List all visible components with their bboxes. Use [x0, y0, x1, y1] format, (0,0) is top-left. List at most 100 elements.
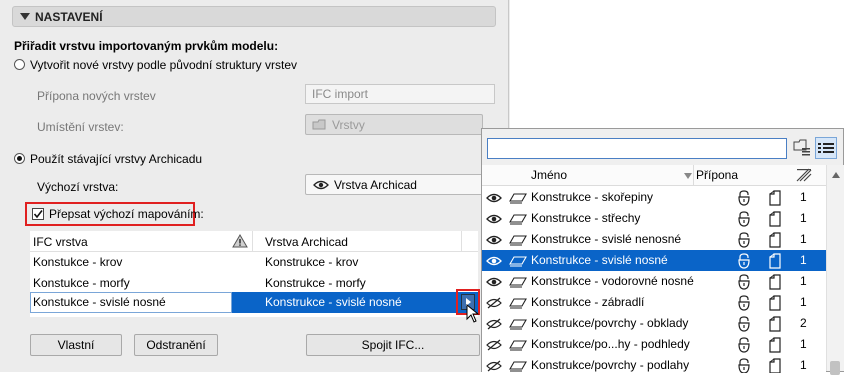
- eye-hidden-icon[interactable]: [486, 360, 502, 372]
- layer-row[interactable]: Konstrukce/povrchy - podlahy 1: [482, 355, 826, 373]
- layer-row[interactable]: Konstrukce - vodorovné nosné 1: [482, 271, 826, 292]
- scrollbar-thumb[interactable]: [830, 361, 840, 375]
- mapping-table-header: IFC vrstva Vrstva Archicad: [30, 231, 478, 252]
- collapse-triangle-icon[interactable]: [20, 13, 30, 20]
- wireframe-icon[interactable]: [509, 192, 527, 204]
- wireframe-icon[interactable]: [509, 318, 527, 330]
- list-view-button[interactable]: [815, 137, 837, 159]
- layer-pen-number: 1: [800, 274, 807, 288]
- layer-pen-number: 1: [800, 232, 807, 246]
- layer-row[interactable]: Konstrukce/povrchy - obklady 2: [482, 313, 826, 334]
- layer-row-selected[interactable]: Konstrukce - svislé nosné 1: [482, 250, 826, 271]
- eye-hidden-icon[interactable]: [486, 318, 502, 330]
- location-select[interactable]: Vrstvy: [305, 114, 483, 135]
- layer-row[interactable]: Konstrukce - zábradlí 1: [482, 292, 826, 313]
- lock-icon[interactable]: [737, 274, 751, 290]
- wireframe-icon[interactable]: [509, 297, 527, 309]
- eye-icon[interactable]: [486, 192, 502, 204]
- intersection-group-icon[interactable]: [768, 190, 782, 206]
- layer-pen-number: 1: [800, 295, 807, 309]
- folder-view-button[interactable]: [792, 137, 814, 159]
- wireframe-icon[interactable]: [509, 339, 527, 351]
- eye-icon[interactable]: [486, 255, 502, 267]
- intersection-group-icon[interactable]: [768, 274, 782, 290]
- mapping-table: IFC vrstva Vrstva Archicad Konstukce - k…: [30, 231, 478, 317]
- lock-icon[interactable]: [737, 190, 751, 206]
- pen-weight-icon: [796, 168, 812, 182]
- folder-tree-icon: [793, 139, 810, 156]
- layer-pen-number: 1: [800, 358, 807, 372]
- radio-new-layers-label[interactable]: Vytvořit nové vrstvy podle původní struk…: [30, 58, 297, 72]
- eye-icon[interactable]: [486, 234, 502, 246]
- section-title: NASTAVENÍ: [35, 10, 103, 24]
- layer-row[interactable]: Konstrukce - svislé nenosné 1: [482, 229, 826, 250]
- layer-name: Konstrukce - svislé nosné: [531, 253, 668, 267]
- merge-ifc-button[interactable]: Spojit IFC...: [306, 334, 480, 356]
- list-icon: [818, 143, 834, 153]
- location-select-value: Vrstvy: [332, 118, 365, 132]
- override-checkbox-label[interactable]: Přepsat výchozí mapováním:: [49, 207, 204, 221]
- override-checkbox[interactable]: [32, 208, 44, 220]
- layers-folder-icon: [312, 119, 326, 130]
- eye-icon[interactable]: [486, 213, 502, 225]
- lock-icon[interactable]: [737, 232, 751, 248]
- intersection-group-icon[interactable]: [768, 337, 782, 353]
- layer-list: Jméno Přípona Konstrukce - skořepiny 1 Kon…: [482, 165, 826, 373]
- col-name-header[interactable]: Jméno: [531, 168, 567, 182]
- wireframe-icon[interactable]: [509, 213, 527, 225]
- row-archicad-layer: Konstrukce - svislé nosné: [265, 295, 402, 309]
- default-layer-select[interactable]: Vrstva Archicad: [305, 174, 483, 195]
- layer-row[interactable]: Konstrukce - skořepiny 1: [482, 187, 826, 208]
- col-ifc-header[interactable]: IFC vrstva: [33, 235, 88, 249]
- remove-button[interactable]: Odstranění: [134, 334, 218, 356]
- custom-button[interactable]: Vlastní: [30, 334, 122, 356]
- layer-pen-number: 1: [800, 337, 807, 351]
- wireframe-icon[interactable]: [509, 255, 527, 267]
- lock-icon[interactable]: [737, 316, 751, 332]
- wireframe-icon[interactable]: [509, 234, 527, 246]
- suffix-field[interactable]: IFC import: [305, 84, 495, 104]
- row-ifc-layer: Konstukce - svislé nosné: [33, 295, 166, 309]
- layer-row[interactable]: Konstrukce/po...hy - podhledy 1: [482, 334, 826, 355]
- eye-icon[interactable]: [486, 276, 502, 288]
- layer-pen-number: 1: [800, 253, 807, 267]
- radio-existing-layers-label[interactable]: Použít stávající vrstvy Archicadu: [30, 152, 202, 166]
- eye-hidden-icon[interactable]: [486, 339, 502, 351]
- table-row[interactable]: Konstukce - krov Konstrukce - krov: [30, 252, 478, 273]
- lock-icon[interactable]: [737, 295, 751, 311]
- lock-icon[interactable]: [737, 253, 751, 269]
- lock-icon[interactable]: [737, 337, 751, 353]
- intersection-group-icon[interactable]: [768, 316, 782, 332]
- eye-hidden-icon[interactable]: [486, 297, 502, 309]
- intersection-group-icon[interactable]: [768, 253, 782, 269]
- layer-name: Konstrukce/po...hy - podhledy: [531, 337, 690, 351]
- layer-search-input[interactable]: [487, 138, 787, 159]
- section-header[interactable]: NASTAVENÍ: [12, 6, 496, 27]
- col-suffix-header[interactable]: Přípona: [696, 168, 738, 182]
- radio-new-layers[interactable]: [14, 59, 25, 70]
- intersection-group-icon[interactable]: [768, 358, 782, 373]
- assign-label: Přiřadit vrstvu importovaným prvkům mode…: [14, 39, 279, 53]
- wireframe-icon[interactable]: [509, 360, 527, 372]
- layer-picker-popup: Jméno Přípona Konstrukce - skořepiny 1 Kon…: [481, 128, 844, 375]
- lock-icon[interactable]: [737, 358, 751, 373]
- wireframe-icon[interactable]: [509, 276, 527, 288]
- default-layer-label: Výchozí vrstva:: [37, 180, 119, 194]
- layer-row[interactable]: Konstrukce - střechy 1: [482, 208, 826, 229]
- layer-pen-number: 1: [800, 211, 807, 225]
- layer-list-header: Jméno Přípona: [482, 165, 826, 186]
- scroll-up-arrow-icon[interactable]: [831, 171, 841, 179]
- layer-list-scrollbar[interactable]: [826, 165, 844, 375]
- intersection-group-icon[interactable]: [768, 295, 782, 311]
- layer-name: Konstrukce/povrchy - podlahy: [531, 358, 690, 372]
- cursor-icon: [466, 304, 480, 323]
- table-row-selected[interactable]: Konstukce - svislé nosné Konstrukce - sv…: [30, 292, 478, 313]
- intersection-group-icon[interactable]: [768, 211, 782, 227]
- radio-existing-layers[interactable]: [14, 153, 25, 164]
- lock-icon[interactable]: [737, 211, 751, 227]
- layer-name: Konstrukce/povrchy - obklady: [531, 316, 689, 330]
- default-layer-value: Vrstva Archicad: [334, 178, 417, 192]
- intersection-group-icon[interactable]: [768, 232, 782, 248]
- col-archicad-header[interactable]: Vrstva Archicad: [265, 235, 348, 249]
- table-row[interactable]: Konstukce - morfy Konstrukce - morfy: [30, 273, 478, 294]
